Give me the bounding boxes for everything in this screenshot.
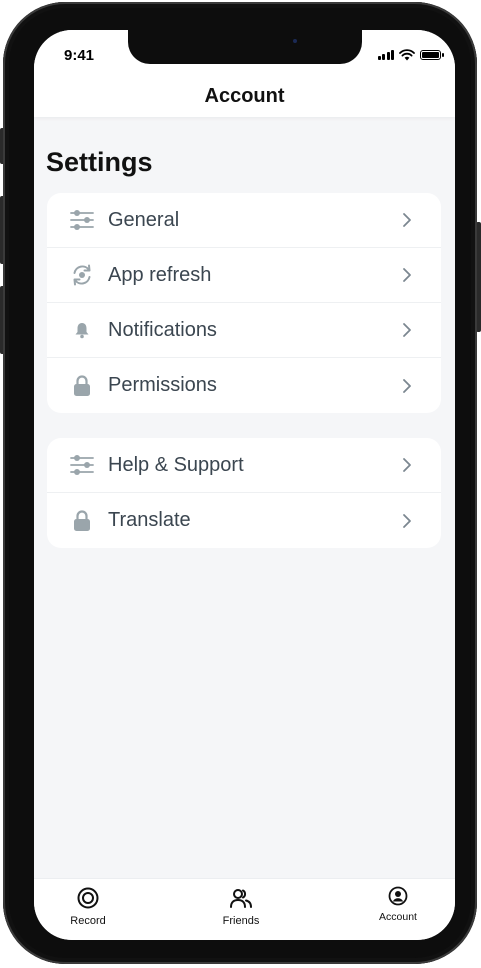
settings-item-label: Help & Support	[108, 453, 244, 476]
settings-item-label: Translate	[108, 509, 191, 531]
status-icons	[377, 49, 444, 61]
phone-notch	[128, 30, 362, 64]
lock-icon	[66, 505, 98, 537]
chevron-right-icon	[403, 213, 411, 227]
settings-item-label: Notifications	[108, 318, 217, 341]
phone-frame: 9:41 Account Settings General App refres…	[3, 2, 477, 964]
friends-icon	[201, 885, 281, 911]
tab-account[interactable]: Account	[358, 883, 438, 923]
settings-title: Settings	[46, 147, 153, 177]
tab-label: Record	[70, 915, 106, 927]
status-time: 9:41	[64, 47, 95, 64]
wifi-icon	[399, 49, 415, 61]
settings-item-label: App refresh	[108, 263, 212, 286]
settings-item-general[interactable]: General	[47, 193, 441, 248]
bell-icon	[66, 314, 98, 346]
battery-icon	[420, 50, 444, 60]
phone-screen: 9:41 Account Settings General App refres…	[34, 30, 455, 940]
settings-item-help-support[interactable]: Help & Support	[47, 438, 441, 493]
sliders-icon	[66, 449, 98, 481]
settings-item-notifications[interactable]: Notifications	[47, 303, 441, 358]
settings-item-label: General	[108, 208, 180, 231]
settings-item-label: Permissions	[108, 374, 217, 396]
signal-icon	[377, 50, 394, 60]
chevron-right-icon	[403, 268, 411, 282]
settings-group-secondary: Help & Support Translate	[47, 438, 441, 548]
tab-friends[interactable]: Friends	[201, 885, 281, 927]
tab-label: Friends	[222, 915, 260, 927]
tab-label: Account	[379, 911, 417, 923]
chevron-right-icon	[403, 458, 411, 472]
page-title: Account	[204, 85, 285, 107]
bottom-tab-bar: Record Friends Account	[34, 878, 455, 940]
settings-item-translate[interactable]: Translate	[47, 493, 441, 548]
settings-item-app-refresh[interactable]: App refresh	[47, 248, 441, 303]
chevron-right-icon	[403, 323, 411, 337]
sliders-icon	[66, 204, 98, 236]
settings-item-permissions[interactable]: Permissions	[47, 358, 441, 413]
tab-record[interactable]: Record	[48, 885, 128, 927]
chevron-right-icon	[403, 378, 411, 393]
chevron-right-icon	[403, 513, 411, 528]
account-icon	[358, 883, 438, 909]
refresh-icon	[66, 259, 98, 291]
settings-group-primary: General App refresh Notifications Permis…	[47, 193, 441, 413]
record-icon	[48, 885, 128, 911]
lock-icon	[66, 370, 98, 402]
